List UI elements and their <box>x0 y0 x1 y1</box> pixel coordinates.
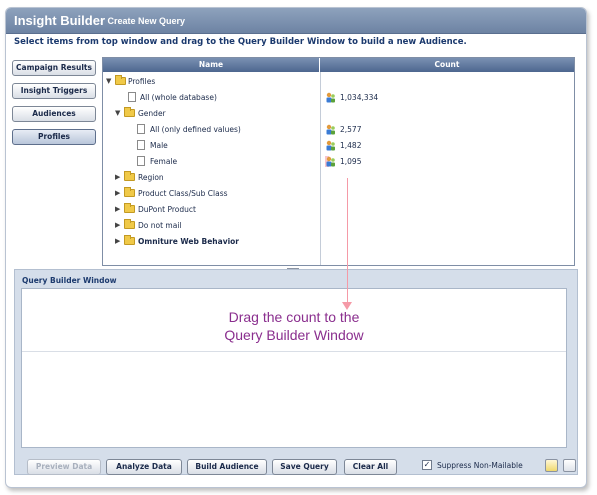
drag-hint-line-1: Drag the count to the <box>228 309 360 325</box>
folder-open-icon <box>124 107 135 117</box>
breadcrumb: › Create New Query <box>100 16 185 26</box>
expand-right-icon[interactable]: ▶ <box>115 173 122 181</box>
nav-insight-triggers-button[interactable]: Insight Triggers <box>12 83 96 99</box>
tree-label: All (only defined values) <box>150 125 241 134</box>
page-title: Create New Query <box>107 16 186 26</box>
tree-row-all-defined[interactable]: All (only defined values) 2,577 <box>103 121 574 137</box>
expand-down-icon[interactable]: ▼ <box>106 77 113 85</box>
nav-audiences-button[interactable]: Audiences <box>12 106 96 122</box>
tree-header: Name Count <box>103 58 574 72</box>
query-builder-drop-area[interactable]: Drag the count to the Query Builder Wind… <box>21 288 567 448</box>
folder-icon <box>124 171 135 181</box>
tree-row-product-class[interactable]: ▶ Product Class/Sub Class <box>103 185 574 201</box>
folder-icon <box>124 219 135 229</box>
count-cell-highlighted[interactable]: 1,095 <box>325 156 361 167</box>
tree-label: Male <box>150 141 168 150</box>
tree-label: DuPont Product <box>138 205 196 214</box>
query-builder-title: Query Builder Window <box>22 276 117 285</box>
drag-hint: Drag the count to the Query Builder Wind… <box>22 308 566 344</box>
divider <box>22 351 566 352</box>
count-value: 1,034,334 <box>340 93 379 102</box>
nav-campaign-results-button[interactable]: Campaign Results <box>12 60 96 76</box>
profile-tree: Name Count ▼ Profiles All (whole databas… <box>102 57 575 266</box>
suppress-checkbox[interactable]: ✓ <box>422 460 432 470</box>
tree-row-do-not-mail[interactable]: ▶ Do not mail <box>103 217 574 233</box>
new-query-icon[interactable] <box>563 459 576 472</box>
document-icon <box>137 140 145 150</box>
expand-right-icon[interactable]: ▶ <box>115 189 122 197</box>
drag-hint-line-2: Query Builder Window <box>224 327 364 343</box>
people-icon <box>326 140 335 151</box>
people-icon <box>326 92 335 103</box>
count-value: 1,095 <box>340 157 362 166</box>
breadcrumb-separator: › <box>100 16 103 26</box>
suppress-label: Suppress Non-Mailable <box>437 461 523 470</box>
title-bar: Insight Builder › Create New Query <box>6 8 586 34</box>
document-icon <box>128 92 136 102</box>
folder-icon <box>124 187 135 197</box>
app-title: Insight Builder <box>14 13 105 28</box>
tree-label: All (whole database) <box>140 93 217 102</box>
tree-label: Gender <box>138 109 166 118</box>
people-icon <box>326 124 335 135</box>
clear-all-button[interactable]: Clear All <box>344 459 397 475</box>
tree-row-male[interactable]: Male 1,482 <box>103 137 574 153</box>
expand-right-icon[interactable]: ▶ <box>115 221 122 229</box>
expand-down-icon[interactable]: ▼ <box>115 109 122 117</box>
instructions-text: Select items from top window and drag to… <box>14 37 467 47</box>
tree-label: Omniture Web Behavior <box>138 237 240 246</box>
tree-row-dupont-product[interactable]: ▶ DuPont Product <box>103 201 574 217</box>
column-header-count[interactable]: Count <box>320 58 574 72</box>
expand-right-icon[interactable]: ▶ <box>115 237 122 245</box>
tree-row-region[interactable]: ▶ Region <box>103 169 574 185</box>
people-icon <box>326 156 335 167</box>
tree-label: Female <box>150 157 178 166</box>
folder-icon <box>124 203 135 213</box>
tree-label: Profiles <box>128 77 156 86</box>
column-header-name[interactable]: Name <box>103 58 320 72</box>
tree-label: Product Class/Sub Class <box>138 189 228 198</box>
drag-arrow-head-icon <box>342 302 352 310</box>
folder-icon <box>124 235 135 245</box>
document-icon <box>137 124 145 134</box>
side-navigation: Campaign Results Insight Triggers Audien… <box>12 60 98 152</box>
expand-right-icon[interactable]: ▶ <box>115 205 122 213</box>
tree-row-profiles[interactable]: ▼ Profiles <box>103 73 574 89</box>
tree-label: Do not mail <box>138 221 182 230</box>
preview-data-button[interactable]: Preview Data <box>27 459 101 475</box>
tree-label: Region <box>138 173 164 182</box>
count-value: 2,577 <box>340 125 362 134</box>
tree-row-all-database[interactable]: All (whole database) 1,034,334 <box>103 89 574 105</box>
folder-open-icon <box>115 75 126 85</box>
build-audience-button[interactable]: Build Audience <box>187 459 267 475</box>
query-builder-panel: Query Builder Window Drag the count to t… <box>14 269 578 475</box>
tree-row-gender[interactable]: ▼ Gender <box>103 105 574 121</box>
load-query-icon[interactable] <box>545 459 558 472</box>
count-value: 1,482 <box>340 141 362 150</box>
tree-row-female[interactable]: Female 1,095 <box>103 153 574 169</box>
analyze-data-button[interactable]: Analyze Data <box>106 459 182 475</box>
drag-arrow-line <box>347 178 348 304</box>
save-query-button[interactable]: Save Query <box>272 459 337 475</box>
tree-row-omniture[interactable]: ▶ Omniture Web Behavior <box>103 233 574 249</box>
document-icon <box>137 156 145 166</box>
nav-profiles-button[interactable]: Profiles <box>12 129 96 145</box>
